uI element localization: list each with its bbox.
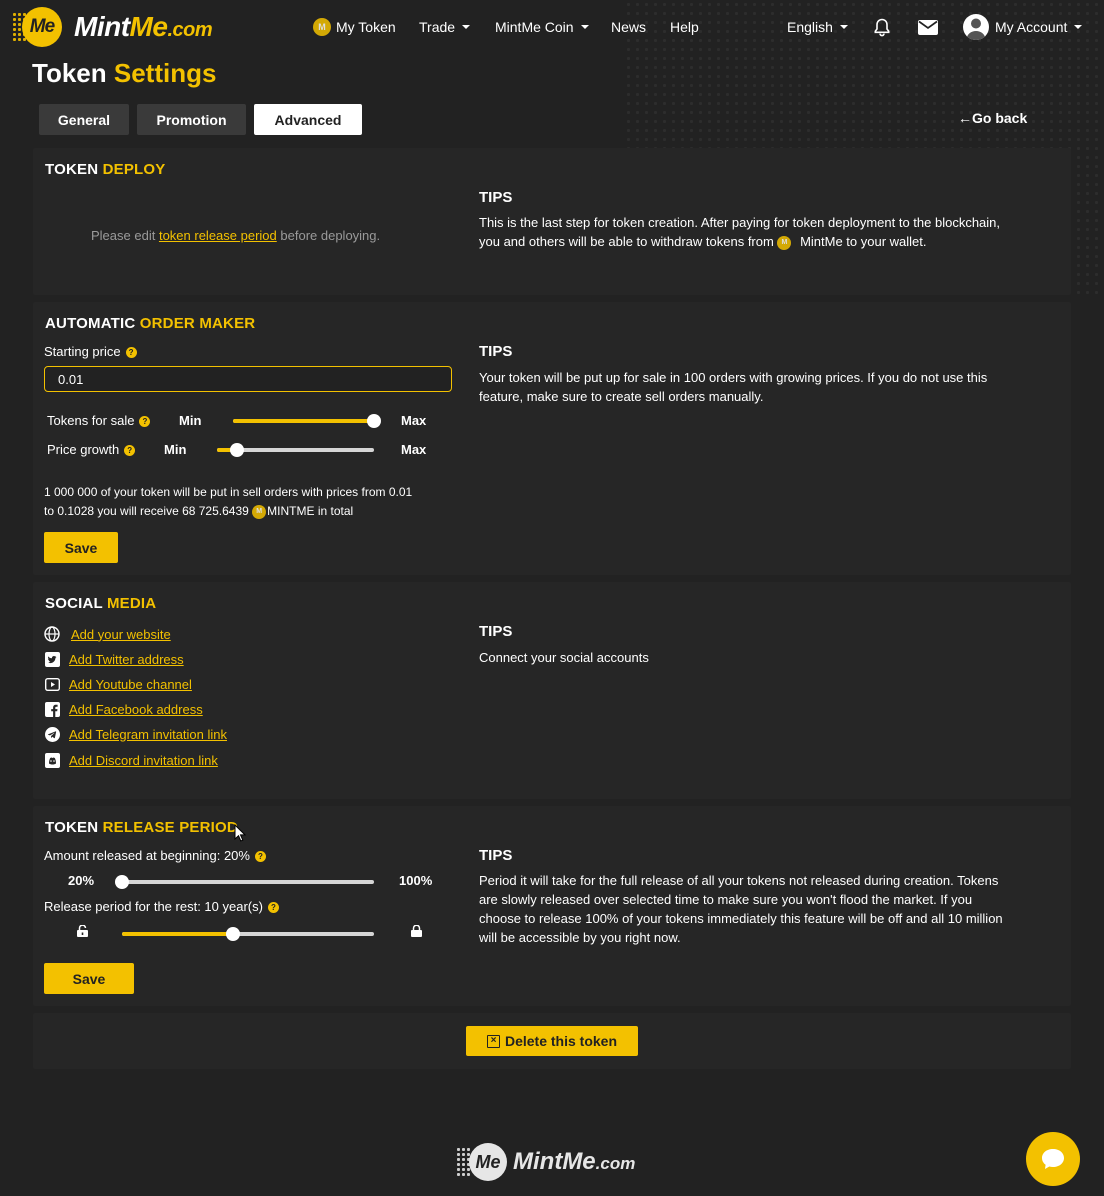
slider-max-label: Max bbox=[401, 413, 427, 428]
help-icon[interactable]: ? bbox=[254, 851, 266, 863]
tab-advanced[interactable]: Advanced bbox=[254, 104, 362, 135]
caret-down-icon bbox=[462, 25, 471, 29]
card-title: SOCIAL MEDIA bbox=[45, 595, 157, 612]
telegram-icon bbox=[44, 726, 60, 742]
slider-handle[interactable] bbox=[230, 443, 245, 457]
delete-token-button[interactable]: × Delete this token bbox=[466, 1026, 638, 1056]
language-dropdown[interactable]: English bbox=[787, 0, 848, 54]
token-deploy-card: TOKEN DEPLOY Please edit token release p… bbox=[33, 148, 1071, 295]
caret-down-icon bbox=[580, 25, 589, 29]
social-link-discord[interactable]: Add Discord invitation link bbox=[44, 752, 218, 768]
slider-handle[interactable] bbox=[225, 927, 240, 941]
help-icon[interactable]: ? bbox=[125, 347, 137, 359]
deploy-message: Please edit token release period before … bbox=[91, 228, 381, 243]
tokens-for-sale-label: Tokens for sale? bbox=[47, 413, 151, 428]
caret-down-icon bbox=[839, 25, 848, 29]
tab-promotion[interactable]: Promotion bbox=[137, 104, 246, 135]
youtube-icon bbox=[44, 676, 60, 692]
help-icon[interactable]: ? bbox=[267, 902, 279, 914]
unlock-icon bbox=[77, 924, 88, 940]
social-link-twitter[interactable]: Add Twitter address bbox=[44, 651, 184, 667]
brand-wordmark: MintMe.com bbox=[74, 11, 213, 42]
close-square-icon: × bbox=[486, 1034, 500, 1048]
nav-help[interactable]: Help bbox=[670, 0, 699, 54]
footer-wordmark: MintMe.com bbox=[513, 1148, 636, 1175]
save-release-period-button[interactable]: Save bbox=[44, 963, 134, 994]
tab-general[interactable]: General bbox=[39, 104, 129, 135]
slider-handle[interactable] bbox=[115, 875, 129, 889]
save-order-maker-button[interactable]: Save bbox=[44, 532, 118, 563]
social-link-telegram[interactable]: Add Telegram invitation link bbox=[44, 726, 227, 742]
amount-released-label: Amount released at beginning: 20%? bbox=[44, 848, 266, 863]
delete-token-card: × Delete this token bbox=[33, 1013, 1071, 1069]
help-icon[interactable]: ? bbox=[139, 416, 151, 428]
mintme-coin-icon: M bbox=[252, 504, 267, 519]
order-maker-card: AUTOMATIC ORDER MAKER Starting price? 0.… bbox=[33, 302, 1071, 575]
token-coin-icon: M bbox=[313, 18, 331, 36]
tips-heading: TIPS bbox=[479, 343, 513, 360]
account-dropdown[interactable]: My Account bbox=[963, 0, 1083, 54]
help-icon[interactable]: ? bbox=[124, 445, 136, 457]
arrow-left-icon: ← bbox=[958, 110, 972, 126]
facebook-icon bbox=[44, 701, 60, 717]
slider-min-label: Min bbox=[179, 413, 202, 428]
mouse-cursor-icon bbox=[234, 823, 247, 845]
amount-released-slider[interactable] bbox=[115, 875, 374, 889]
chat-support-button[interactable] bbox=[1026, 1132, 1080, 1186]
social-link-facebook[interactable]: Add Facebook address bbox=[44, 701, 203, 717]
token-release-period-card: TOKEN RELEASE PERIOD Amount released at … bbox=[33, 806, 1071, 1006]
amount-min-label: 20% bbox=[68, 873, 95, 888]
tips-heading: TIPS bbox=[479, 189, 513, 206]
tips-text: Period it will take for the full release… bbox=[479, 873, 1003, 945]
release-period-label: Release period for the rest: 10 year(s)? bbox=[44, 899, 279, 914]
order-summary: 1 000 000 of your token will be put in s… bbox=[44, 485, 413, 519]
globe-icon bbox=[44, 626, 60, 642]
tips-text: Your token will be put up for sale in 10… bbox=[479, 370, 988, 404]
mintme-coin-icon: M bbox=[777, 235, 792, 250]
page-title: Token Settings bbox=[32, 58, 217, 88]
token-release-period-link[interactable]: token release period bbox=[159, 228, 277, 243]
slider-handle[interactable] bbox=[367, 414, 381, 428]
nav-news[interactable]: News bbox=[611, 0, 646, 54]
logo-badge-icon: Me bbox=[12, 6, 62, 48]
nav-mintme-coin-dropdown[interactable]: MintMe Coin bbox=[495, 0, 589, 54]
tips-text: This is the last step for token creation… bbox=[479, 215, 1001, 250]
top-navbar: Me MintMe.com M My Token Trade MintMe Co… bbox=[0, 0, 1104, 56]
tips-text: Connect your social accounts bbox=[479, 650, 649, 665]
nav-my-token[interactable]: M My Token bbox=[313, 0, 396, 54]
brand-logo[interactable]: Me MintMe.com bbox=[12, 6, 213, 48]
envelope-icon[interactable] bbox=[918, 0, 938, 54]
social-link-website[interactable]: Add your website bbox=[44, 626, 171, 642]
social-media-card: SOCIAL MEDIA Add your website Add Twitte… bbox=[33, 582, 1071, 799]
slider-min-label: Min bbox=[164, 442, 187, 457]
footer-logo[interactable]: Me MintMe.com bbox=[456, 1142, 635, 1182]
avatar-icon bbox=[963, 14, 989, 40]
tips-heading: TIPS bbox=[479, 623, 513, 640]
caret-down-icon bbox=[1074, 25, 1083, 29]
social-link-youtube[interactable]: Add Youtube channel bbox=[44, 676, 192, 692]
tokens-for-sale-slider[interactable] bbox=[233, 414, 381, 428]
go-back-link[interactable]: ←Go back bbox=[958, 110, 1027, 126]
amount-max-label: 100% bbox=[399, 873, 433, 888]
release-period-slider[interactable] bbox=[122, 927, 374, 941]
nav-trade-dropdown[interactable]: Trade bbox=[419, 0, 471, 54]
twitter-icon bbox=[44, 651, 60, 667]
starting-price-label: Starting price? bbox=[44, 344, 137, 359]
logo-badge-icon: Me bbox=[456, 1142, 508, 1182]
card-title: AUTOMATIC ORDER MAKER bbox=[45, 315, 256, 332]
bell-icon[interactable] bbox=[873, 0, 891, 54]
chat-bubble-icon bbox=[1042, 1149, 1064, 1169]
lock-icon bbox=[411, 924, 422, 940]
card-title: TOKEN DEPLOY bbox=[45, 161, 166, 178]
price-growth-label: Price growth? bbox=[47, 442, 136, 457]
slider-max-label: Max bbox=[401, 442, 427, 457]
tips-heading: TIPS bbox=[479, 847, 513, 864]
price-growth-slider[interactable] bbox=[217, 443, 374, 457]
card-title: TOKEN RELEASE PERIOD bbox=[45, 819, 238, 836]
discord-icon bbox=[44, 752, 60, 768]
starting-price-input[interactable]: 0.01 bbox=[44, 366, 452, 392]
